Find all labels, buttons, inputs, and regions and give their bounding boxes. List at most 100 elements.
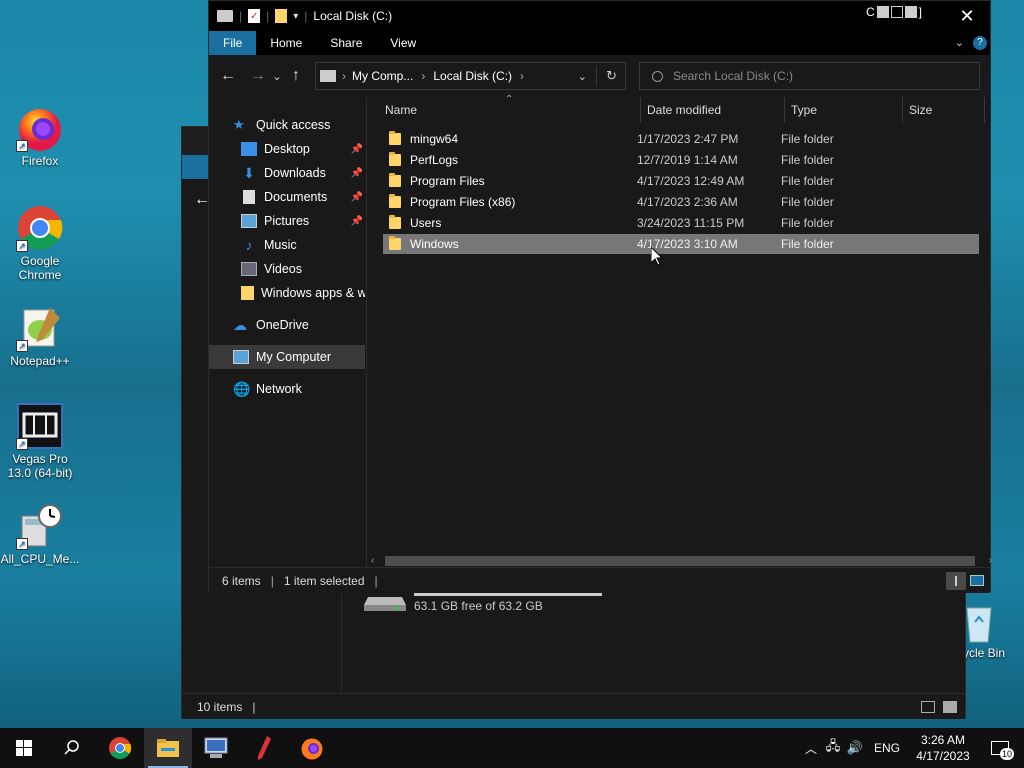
nav-pictures[interactable]: Pictures 📌: [241, 209, 365, 233]
explorer-window[interactable]: | ✓ | ▾ | Local Disk (C:) C ] ✕ File Hom…: [208, 0, 992, 593]
column-header-date[interactable]: Date modified: [641, 97, 785, 123]
taskbar-chrome[interactable]: [96, 728, 144, 768]
pin-icon[interactable]: 📌: [351, 216, 363, 227]
status-bar: 6 items | 1 item selected |: [209, 567, 990, 593]
forward-arrow-icon[interactable]: →: [246, 64, 270, 88]
desktop-icon-notepadpp[interactable]: ↗ Notepad++: [0, 304, 80, 368]
file-name: PerfLogs: [410, 153, 459, 167]
videos-icon: [241, 262, 257, 276]
search-icon: [64, 740, 79, 755]
large-icons-view-icon[interactable]: [970, 575, 984, 586]
breadcrumb-separator-icon[interactable]: ›: [421, 69, 425, 83]
nav-music[interactable]: ♪ Music: [241, 233, 365, 257]
properties-icon[interactable]: ✓: [248, 9, 261, 23]
file-type: File folder: [781, 216, 834, 230]
desktop-icon-label: All_CPU_Me...: [0, 552, 80, 566]
qat-dropdown-icon[interactable]: ▾: [293, 11, 298, 22]
restore-glyph-icon[interactable]: [890, 6, 903, 18]
nav-videos[interactable]: Videos: [241, 257, 365, 281]
nav-onedrive[interactable]: ☁ OneDrive: [233, 313, 389, 337]
horizontal-scrollbar[interactable]: ‹ ›: [371, 554, 992, 568]
column-header-size[interactable]: Size: [903, 97, 985, 123]
tab-file[interactable]: File: [209, 31, 257, 55]
breadcrumb-local-disk[interactable]: Local Disk (C:): [433, 69, 512, 83]
up-arrow-icon[interactable]: ↑: [284, 64, 308, 88]
nav-windows-apps[interactable]: Windows apps & w: [241, 281, 365, 305]
clock-date: 4/17/2023: [916, 749, 970, 763]
taskbar-firefox[interactable]: [288, 728, 336, 768]
nav-downloads[interactable]: ⬇ Downloads 📌: [241, 161, 365, 185]
show-hidden-icons-chevron-icon[interactable]: ︿: [800, 740, 822, 757]
details-view-icon[interactable]: [946, 572, 966, 590]
help-icon[interactable]: ?: [973, 36, 987, 50]
file-row[interactable]: mingw64 1/17/2023 2:47 PM File folder: [383, 129, 979, 149]
breadcrumb-separator-icon[interactable]: ›: [520, 69, 524, 83]
nav-network[interactable]: 🌐 Network: [233, 377, 389, 401]
tab-share[interactable]: Share: [316, 31, 376, 55]
pen-icon: [258, 736, 271, 760]
back-arrow-icon[interactable]: ←: [216, 64, 240, 88]
tab-view[interactable]: View: [376, 31, 430, 55]
pin-icon[interactable]: 📌: [351, 144, 363, 155]
pin-icon[interactable]: 📌: [351, 168, 363, 179]
desktop-icon-label: Firefox: [21, 154, 59, 168]
search-button[interactable]: [48, 728, 96, 768]
firefox-icon: [301, 738, 323, 760]
file-date: 4/17/2023 12:49 AM: [637, 174, 745, 188]
breadcrumb-separator-icon[interactable]: ›: [342, 69, 346, 83]
nav-documents[interactable]: Documents 📌: [241, 185, 365, 209]
volume-icon[interactable]: 🔊: [844, 740, 866, 756]
notepadpp-icon: ↗: [16, 304, 64, 352]
search-input[interactable]: Search Local Disk (C:): [639, 62, 980, 90]
address-path-box[interactable]: › My Comp... › Local Disk (C:) › ⌄ ↻: [315, 62, 626, 90]
pin-icon[interactable]: 📌: [351, 192, 363, 203]
file-row-selected[interactable]: Windows 4/17/2023 3:10 AM File folder: [383, 234, 979, 254]
scroll-right-icon[interactable]: ›: [980, 554, 992, 568]
address-divider: [596, 67, 597, 85]
file-row[interactable]: Program Files 4/17/2023 12:49 AM File fo…: [383, 171, 979, 191]
scroll-left-icon[interactable]: ‹: [371, 554, 383, 568]
language-indicator[interactable]: ENG: [874, 741, 900, 755]
clock[interactable]: 3:26 AM 4/17/2023: [910, 732, 976, 764]
tab-home[interactable]: Home: [256, 31, 316, 55]
column-header-name[interactable]: Name: [385, 97, 641, 123]
new-folder-icon[interactable]: [275, 9, 288, 23]
large-icons-view-icon[interactable]: [943, 701, 957, 713]
file-row[interactable]: Program Files (x86) 4/17/2023 2:36 AM Fi…: [383, 192, 979, 212]
file-row[interactable]: PerfLogs 12/7/2019 1:14 AM File folder: [383, 150, 979, 170]
desktop-icon-chrome[interactable]: ↗ Google Chrome: [0, 204, 80, 282]
desktop-icon-allcpu[interactable]: ↗ All_CPU_Me...: [0, 502, 80, 566]
file-row[interactable]: Users 3/24/2023 11:15 PM File folder: [383, 213, 979, 233]
minimize-glyph-icon[interactable]: [876, 6, 889, 18]
pictures-icon: [241, 214, 257, 228]
background-statusbar: 10 items |: [182, 693, 965, 719]
title-bar[interactable]: | ✓ | ▾ | Local Disk (C:) C ] ✕: [209, 1, 990, 31]
nav-quick-access[interactable]: ★ Quick access: [233, 113, 389, 137]
breadcrumb-my-computer[interactable]: My Comp...: [352, 69, 413, 83]
column-header-type[interactable]: Type: [785, 97, 903, 123]
desktop-icon-firefox[interactable]: ↗ Firefox: [0, 104, 80, 168]
details-view-icon[interactable]: [921, 701, 935, 713]
scroll-thumb[interactable]: [385, 556, 975, 566]
nav-my-computer[interactable]: My Computer: [209, 345, 365, 369]
nav-label: Videos: [264, 262, 302, 276]
recent-locations-chevron-icon[interactable]: ⌄: [270, 64, 284, 88]
refresh-icon[interactable]: ↻: [606, 68, 617, 84]
clock-time: 3:26 AM: [920, 733, 966, 747]
taskbar-pen-app[interactable]: [240, 728, 288, 768]
maximize-glyph-icon[interactable]: [904, 6, 917, 18]
status-divider: |: [374, 573, 378, 588]
close-icon[interactable]: ✕: [944, 1, 990, 31]
address-dropdown-chevron-icon[interactable]: ⌄: [578, 70, 587, 83]
action-center-icon[interactable]: 10: [976, 728, 1024, 768]
chrome-icon: ↗: [16, 204, 64, 252]
start-button[interactable]: [0, 728, 48, 768]
ribbon-expand-chevron-icon[interactable]: ⌄: [955, 36, 964, 49]
taskbar-remote-desktop[interactable]: [192, 728, 240, 768]
desktop-icon-label: Google Chrome: [18, 254, 62, 282]
nav-desktop[interactable]: Desktop 📌: [241, 137, 365, 161]
network-status-icon[interactable]: 🖧: [822, 737, 844, 759]
onedrive-cloud-icon: ☁: [233, 317, 247, 333]
taskbar-file-explorer[interactable]: [144, 728, 192, 768]
desktop-icon-vegas[interactable]: ↗ Vegas Pro 13.0 (64-bit): [0, 402, 80, 480]
